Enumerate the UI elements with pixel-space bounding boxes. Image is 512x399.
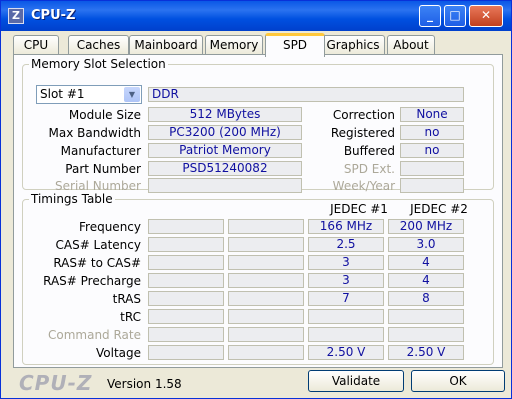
tab-spd[interactable]: SPD (265, 33, 325, 57)
module-size-value: 512 MBytes (148, 107, 302, 122)
tab-memory[interactable]: Memory (205, 35, 263, 55)
spd-panel: Memory Slot Selection Slot #1 ▼ DDR Modu… (13, 54, 503, 368)
tras-jedec-1: 7 (308, 291, 384, 306)
serial-number-value (148, 178, 302, 193)
module-size-label: Module Size (68, 108, 141, 122)
trc-jedec-1 (308, 309, 384, 324)
max-bandwidth-label: Max Bandwidth (48, 126, 141, 140)
jedec-2-header: JEDEC #2 (410, 202, 468, 216)
timing-cell-empty (148, 219, 224, 234)
tras-label: tRAS (112, 292, 141, 306)
window-title: CPU-Z (31, 8, 76, 23)
manufacturer-value: Patriot Memory (148, 143, 302, 158)
timing-cell-empty (228, 345, 304, 360)
trc-jedec-2 (388, 309, 464, 324)
command-rate-jedec-2 (388, 327, 464, 342)
cas-latency-label: CAS# Latency (55, 238, 141, 252)
jedec-1-header: JEDEC #1 (330, 202, 388, 216)
close-button[interactable]: ✕ (469, 5, 503, 27)
command-rate-label: Command Rate (47, 328, 141, 342)
title-bar[interactable]: Z CPU-Z _ □ ✕ (1, 1, 511, 31)
buffered-value: no (400, 143, 464, 158)
memory-slot-group-title: Memory Slot Selection (29, 57, 168, 71)
chevron-down-icon[interactable]: ▼ (124, 87, 140, 102)
timing-cell-empty (228, 291, 304, 306)
ras-to-cas-jedec-2: 4 (388, 255, 464, 270)
memory-slot-group: Memory Slot Selection Slot #1 ▼ DDR Modu… (22, 57, 494, 193)
ras-to-cas-jedec-1: 3 (308, 255, 384, 270)
week-year-label: Week/Year (332, 179, 395, 193)
slot-select-value: Slot #1 (40, 87, 85, 101)
cas-latency-jedec-1: 2.5 (308, 237, 384, 252)
tab-caches[interactable]: Caches (68, 35, 129, 55)
manufacturer-label: Manufacturer (60, 144, 141, 158)
part-number-label: Part Number (65, 162, 141, 176)
ras-to-cas-label: RAS# to CAS# (53, 256, 141, 270)
frequency-jedec-1: 166 MHz (308, 219, 384, 234)
ok-button[interactable]: OK (411, 370, 505, 392)
timings-table-title: Timings Table (29, 192, 115, 206)
timing-cell-empty (148, 327, 224, 342)
spd-ext-label: SPD Ext. (343, 162, 395, 176)
correction-label: Correction (332, 108, 395, 122)
frequency-jedec-2: 200 MHz (388, 219, 464, 234)
part-number-value: PSD51240082 (148, 161, 302, 176)
timing-cell-empty (148, 237, 224, 252)
tab-graphics[interactable]: Graphics (321, 35, 385, 55)
timing-cell-empty (148, 291, 224, 306)
ras-precharge-label: RAS# Precharge (43, 274, 141, 288)
spd-ext-value (400, 161, 464, 176)
validate-button[interactable]: Validate (308, 370, 404, 392)
command-rate-jedec-1 (308, 327, 384, 342)
timing-cell-empty (228, 255, 304, 270)
slot-select[interactable]: Slot #1 ▼ (36, 85, 142, 104)
minimize-button[interactable]: _ (419, 5, 441, 27)
serial-number-label: Serial Number (55, 179, 141, 193)
registered-value: no (400, 125, 464, 140)
ras-precharge-jedec-2: 4 (388, 273, 464, 288)
cpuz-logo: CPU-Z (19, 371, 93, 395)
timing-cell-empty (148, 273, 224, 288)
correction-value: None (400, 107, 464, 122)
tras-jedec-2: 8 (388, 291, 464, 306)
max-bandwidth-value: PC3200 (200 MHz) (148, 125, 302, 140)
cpuz-app-icon: Z (8, 8, 24, 24)
tab-mainboard[interactable]: Mainboard (129, 35, 203, 55)
tab-about[interactable]: About (387, 35, 435, 55)
voltage-jedec-1: 2.50 V (308, 345, 384, 360)
ras-precharge-jedec-1: 3 (308, 273, 384, 288)
week-year-value (400, 178, 464, 193)
memory-type-value: DDR (148, 87, 464, 102)
frequency-label: Frequency (79, 220, 141, 234)
voltage-label: Voltage (95, 346, 141, 360)
timing-cell-empty (228, 273, 304, 288)
timing-cell-empty (148, 255, 224, 270)
timing-cell-empty (228, 309, 304, 324)
timing-cell-empty (228, 219, 304, 234)
trc-label: tRC (120, 310, 141, 324)
voltage-jedec-2: 2.50 V (388, 345, 464, 360)
timing-cell-empty (228, 237, 304, 252)
registered-label: Registered (330, 126, 395, 140)
timing-cell-empty (148, 345, 224, 360)
cpuz-window: Z CPU-Z _ □ ✕ CPU Caches Mainboard Memor… (0, 0, 512, 399)
version-label: Version 1.58 (107, 377, 182, 391)
buffered-label: Buffered (343, 144, 395, 158)
cas-latency-jedec-2: 3.0 (388, 237, 464, 252)
tab-cpu[interactable]: CPU (13, 35, 59, 55)
timing-cell-empty (148, 309, 224, 324)
timing-cell-empty (228, 327, 304, 342)
timings-table-group: Timings Table JEDEC #1 JEDEC #2 Frequenc… (22, 192, 494, 365)
maximize-button[interactable]: □ (444, 5, 466, 27)
